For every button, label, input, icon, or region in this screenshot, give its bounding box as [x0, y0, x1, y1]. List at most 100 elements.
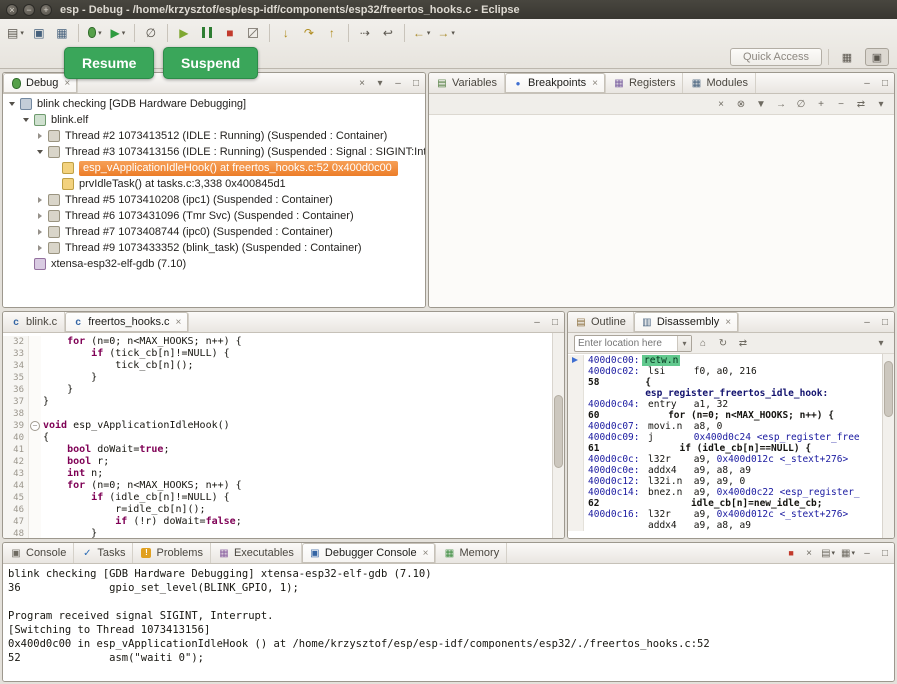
instruction-stepping-button[interactable]: ⇢ [354, 22, 376, 44]
code-line[interactable]: 42 bool r; [3, 456, 552, 468]
expander-down-icon[interactable] [21, 118, 31, 122]
debug-tree-item[interactable]: Thread #5 1073410208 (ipc1) (Suspended :… [3, 192, 425, 208]
minimize-icon[interactable]: – [858, 545, 876, 562]
debug-tree-item[interactable]: blink.elf [3, 112, 425, 128]
minimize-icon[interactable]: – [528, 314, 546, 331]
debug-button[interactable]: ▾ [84, 22, 106, 44]
disassembly-row[interactable]: 400d0c02:lsi f0, a0, 216 [568, 366, 882, 377]
disassembly-row[interactable]: 61 if (idle_cb[n]==NULL) { [568, 443, 882, 454]
maximize-icon[interactable]: □ [876, 75, 894, 92]
tab-outline[interactable]: Outline [568, 312, 634, 332]
code-line[interactable]: 32 for (n=0; n<MAX_HOOKS; n++) { [3, 336, 552, 348]
debug-tree-item[interactable]: Thread #9 1073433352 (blink_task) (Suspe… [3, 240, 425, 256]
scrollbar-thumb[interactable] [884, 361, 893, 416]
close-tab-icon[interactable]: × [64, 78, 70, 89]
disassembly-scrollbar[interactable] [882, 354, 894, 538]
open-console-icon[interactable]: ▦▾ [838, 545, 858, 562]
new-button[interactable]: ▤▾ [4, 22, 27, 44]
disconnect-button[interactable] [242, 22, 264, 44]
window-minimize-button[interactable]: − [23, 4, 35, 16]
maximize-icon[interactable]: □ [876, 545, 894, 562]
editor-code[interactable]: 32 for (n=0; n<MAX_HOOKS; n++) {33 if (t… [3, 333, 552, 538]
dropdown-arrow-icon[interactable]: ▾ [20, 29, 24, 37]
dropdown-arrow-icon[interactable]: ▾ [451, 29, 455, 37]
disassembly-row[interactable]: 60 for (n=0; n<MAX_HOOKS; n++) { [568, 410, 882, 421]
expander-right-icon[interactable] [35, 133, 45, 139]
code-line[interactable]: 34 tick_cb[n](); [3, 360, 552, 372]
view-menu-icon[interactable]: ▾ [872, 96, 890, 113]
show-breakpoints-supported-icon[interactable]: ▼ [752, 96, 770, 113]
disassembly-row[interactable]: 400d0c04:entry a1, 32 [568, 399, 882, 410]
maximize-icon[interactable]: □ [876, 314, 894, 331]
tab-breakpoints[interactable]: Breakpoints× [505, 73, 606, 93]
code-line[interactable]: 36 } [3, 384, 552, 396]
step-over-button[interactable]: ↷ [298, 22, 320, 44]
expander-right-icon[interactable] [35, 245, 45, 251]
disassembly-row[interactable]: 400d0c16:l32r a9, 0x400d012c <_stext+276… [568, 509, 882, 520]
step-return-button[interactable]: ↑ [321, 22, 343, 44]
terminate-button[interactable]: ■ [219, 22, 241, 44]
close-tab-icon[interactable]: × [592, 78, 598, 89]
remove-all-breakpoints-icon[interactable]: ⊗ [732, 96, 750, 113]
tab-registers[interactable]: Registers [606, 73, 683, 93]
tab-disassembly[interactable]: Disassembly× [634, 312, 739, 332]
debug-tree-item[interactable]: esp_vApplicationIdleHook() at freertos_h… [3, 160, 425, 176]
debug-tree-item[interactable]: prvIdleTask() at tasks.c:3,338 0x400845d… [3, 176, 425, 192]
tab-variables[interactable]: Variables [429, 73, 505, 93]
drop-to-frame-button[interactable]: ↩ [377, 22, 399, 44]
resume-button[interactable]: ▶ [173, 22, 195, 44]
tab-debugger-console[interactable]: Debugger Console× [302, 543, 437, 563]
skip-all-breakpoints-icon[interactable]: ∅ [792, 96, 810, 113]
disassembly-row[interactable]: 62 idle_cb[n]=new_idle_cb; [568, 498, 882, 509]
tab-modules[interactable]: Modules [683, 73, 756, 93]
location-combo[interactable]: ▾ [574, 335, 692, 352]
expander-right-icon[interactable] [35, 197, 45, 203]
disassembly-row[interactable]: 400d0c09:j 0x400d0c24 <esp_register_free [568, 432, 882, 443]
go-to-file-icon[interactable]: → [772, 96, 790, 113]
tab-problems[interactable]: Problems [133, 543, 210, 563]
window-close-button[interactable]: × [6, 4, 18, 16]
code-line[interactable]: 43 int n; [3, 468, 552, 480]
code-line[interactable]: 40{ [3, 432, 552, 444]
back-button[interactable]: ←▾ [410, 22, 434, 44]
minimize-icon[interactable]: – [858, 314, 876, 331]
disassembly-row[interactable]: addx4 a9, a8, a9 [568, 520, 882, 531]
tab-blink-c[interactable]: blink.c [3, 312, 65, 332]
minimize-icon[interactable]: – [858, 75, 876, 92]
code-line[interactable]: 38 [3, 408, 552, 420]
disassembly-row[interactable]: 400d0c0e:addx4 a9, a8, a9 [568, 465, 882, 476]
code-line[interactable]: 46 r=idle_cb[n](); [3, 504, 552, 516]
open-perspective-button[interactable]: ▦ [835, 48, 859, 66]
tab-executables[interactable]: Executables [211, 543, 302, 563]
code-line[interactable]: 41 bool doWait=true; [3, 444, 552, 456]
tab-console[interactable]: Console [3, 543, 74, 563]
disassembly-row[interactable]: esp_register_freertos_idle_hook: [568, 388, 882, 399]
expander-right-icon[interactable] [35, 229, 45, 235]
code-line[interactable]: 47 if (!r) doWait=false; [3, 516, 552, 528]
save-button[interactable]: ▣ [28, 22, 50, 44]
expand-all-icon[interactable]: + [812, 96, 830, 113]
skip-all-breakpoints-button[interactable]: ∅ [140, 22, 162, 44]
tab-tasks[interactable]: Tasks [74, 543, 133, 563]
debug-tree-item[interactable]: Thread #6 1073431096 (Tmr Svc) (Suspende… [3, 208, 425, 224]
debug-tree-item[interactable]: Thread #2 1073413512 (IDLE : Running) (S… [3, 128, 425, 144]
disassembly-row[interactable]: 400d0c12:l32i.n a9, a9, 0 [568, 476, 882, 487]
fold-collapse-icon[interactable] [29, 420, 41, 432]
debug-tree-item[interactable]: xtensa-esp32-elf-gdb (7.10) [3, 256, 425, 272]
remove-selected-breakpoints-icon[interactable]: × [712, 96, 730, 113]
dropdown-arrow-icon[interactable]: ▾ [832, 549, 836, 557]
code-line[interactable]: 35 } [3, 372, 552, 384]
disassembly-row[interactable]: 400d0c14:bnez.n a9, 0x400d0c22 <esp_regi… [568, 487, 882, 498]
expander-right-icon[interactable] [35, 213, 45, 219]
maximize-icon[interactable]: □ [546, 314, 564, 331]
disassembly-row[interactable]: 400d0c07:movi.n a8, 0 [568, 421, 882, 432]
debug-tree-item[interactable]: blink checking [GDB Hardware Debugging] [3, 96, 425, 112]
location-input[interactable] [575, 338, 677, 349]
combo-dropdown-icon[interactable]: ▾ [677, 336, 691, 351]
close-tab-icon[interactable]: × [423, 548, 429, 559]
editor-scrollbar[interactable] [552, 333, 564, 538]
dropdown-arrow-icon[interactable]: ▾ [122, 29, 126, 37]
refresh-icon[interactable]: ↻ [714, 335, 732, 352]
remove-all-terminated-icon[interactable]: × [353, 75, 371, 92]
disassembly-row[interactable]: 58 { [568, 377, 882, 388]
